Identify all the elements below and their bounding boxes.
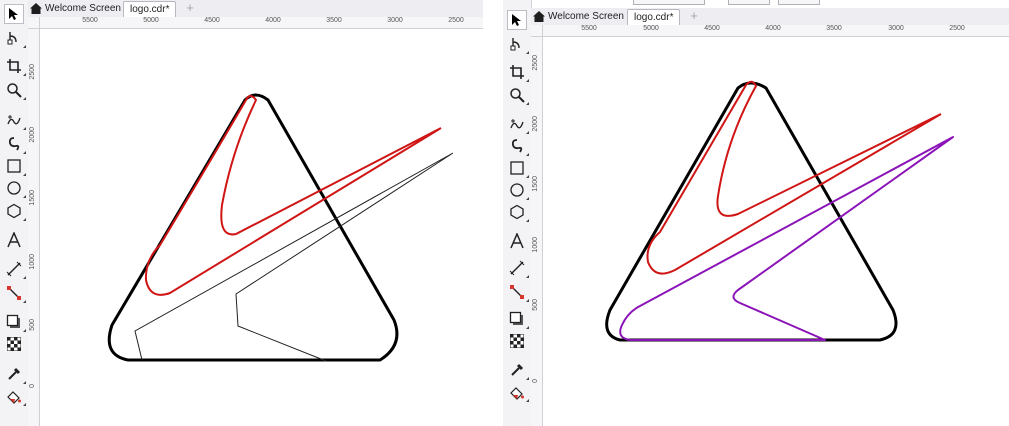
selected-path-purple[interactable] [619, 136, 954, 341]
ruler-label: 5000 [643, 25, 659, 32]
tab-label: Welcome Screen [45, 3, 121, 14]
ruler-label: 4000 [765, 25, 781, 32]
connector-tool-icon[interactable] [507, 282, 529, 302]
horizontal-ruler[interactable]: 5500 5000 4500 4000 3500 3000 2500 [543, 25, 1009, 37]
document-tab-bar: Welcome Screen logo.cdr* + [28, 0, 483, 18]
tab-label: Welcome Screen [548, 11, 624, 22]
polygon-tool-icon[interactable] [4, 201, 26, 221]
freehand-tool-icon[interactable] [4, 110, 26, 130]
document-tab-bar: Welcome Screen logo.cdr* + [531, 8, 1009, 26]
thin-construction-path[interactable] [134, 152, 454, 362]
tab-welcome-screen[interactable]: Welcome Screen [531, 9, 630, 24]
tab-label: logo.cdr* [634, 12, 674, 23]
toolbox [0, 0, 29, 426]
tab-logo-cdr[interactable]: logo.cdr* [627, 9, 681, 25]
ruler-label: 1500 [29, 190, 36, 206]
ruler-label: 3500 [326, 17, 342, 24]
interactive-fill-icon[interactable] [507, 382, 529, 402]
home-icon [30, 3, 42, 14]
rectangle-tool-icon[interactable] [507, 158, 529, 178]
ruler-label: 3000 [888, 25, 904, 32]
ruler-label: 2000 [29, 127, 36, 143]
ellipse-tool-icon[interactable] [507, 180, 529, 200]
ruler-corner[interactable] [531, 25, 543, 37]
ruler-label: 1000 [29, 254, 36, 270]
ruler-label: 2500 [29, 64, 36, 80]
ruler-label: 500 [532, 299, 539, 311]
drawing-canvas[interactable] [41, 30, 483, 426]
tab-welcome-screen[interactable]: Welcome Screen [28, 1, 127, 16]
vertical-ruler[interactable]: 2500 2000 1500 1000 500 0 [28, 29, 40, 426]
drawing-canvas[interactable] [544, 38, 1009, 426]
property-bar-stub [728, 0, 770, 5]
ruler-label: 3500 [826, 25, 842, 32]
crop-tool-icon[interactable] [4, 56, 26, 76]
ruler-label: 5000 [143, 17, 159, 24]
transparency-icon[interactable] [4, 334, 24, 354]
ellipse-tool-icon[interactable] [4, 178, 26, 198]
triangle-outline[interactable] [107, 93, 399, 362]
ruler-label: 2000 [532, 116, 539, 132]
tab-logo-cdr[interactable]: logo.cdr* [123, 1, 177, 17]
new-tab-button[interactable]: + [687, 9, 701, 23]
drop-shadow-icon[interactable] [507, 309, 529, 329]
new-tab-button[interactable]: + [183, 1, 197, 15]
color-eyedropper-icon[interactable] [507, 360, 529, 380]
zoom-tool-icon[interactable] [4, 80, 26, 100]
rectangle-tool-icon[interactable] [4, 156, 26, 176]
interactive-fill-icon[interactable] [4, 386, 26, 406]
ruler-label: 5500 [82, 17, 98, 24]
ruler-label: 3000 [387, 17, 403, 24]
property-bar-stub [778, 0, 820, 5]
crop-tool-icon[interactable] [507, 62, 529, 82]
right-document-window: Welcome Screen logo.cdr* + 5500 5000 450… [503, 0, 1009, 426]
transparency-icon[interactable] [507, 331, 527, 351]
left-document-window: Welcome Screen logo.cdr* + 5500 5000 450… [0, 0, 483, 426]
shape-tool-icon[interactable] [507, 34, 529, 54]
text-tool-icon[interactable] [4, 230, 24, 250]
ruler-label: 2500 [532, 55, 539, 71]
color-eyedropper-icon[interactable] [4, 364, 26, 384]
artistic-media-icon[interactable] [507, 136, 529, 156]
horizontal-ruler[interactable]: 5500 5000 4500 4000 3500 3000 2500 [40, 17, 483, 29]
ruler-label: 2500 [448, 17, 464, 24]
tab-label: logo.cdr* [130, 4, 170, 15]
pick-tool-icon[interactable] [507, 10, 527, 30]
ruler-label: 500 [29, 319, 36, 331]
ruler-label: 1500 [532, 176, 539, 192]
pane-divider [483, 0, 503, 426]
ruler-label: 4500 [704, 25, 720, 32]
pick-tool-icon[interactable] [4, 4, 24, 24]
vertical-ruler[interactable]: 2500 2000 1500 1000 500 0 [531, 37, 543, 426]
connector-tool-icon[interactable] [4, 283, 26, 303]
swoosh-outer-red[interactable] [144, 95, 442, 296]
shape-tool-icon[interactable] [4, 28, 26, 48]
toolbox [503, 0, 532, 426]
text-tool-icon[interactable] [507, 231, 527, 251]
ruler-label: 2500 [949, 25, 965, 32]
property-bar-stub [633, 0, 705, 5]
ruler-label: 0 [29, 384, 36, 388]
freehand-tool-icon[interactable] [507, 114, 529, 134]
drop-shadow-icon[interactable] [4, 312, 26, 332]
zoom-tool-icon[interactable] [507, 85, 529, 105]
ruler-label: 5500 [581, 25, 597, 32]
ruler-label: 1000 [532, 237, 539, 253]
ruler-label: 0 [532, 379, 539, 383]
polygon-tool-icon[interactable] [507, 202, 529, 222]
parallel-dimension-icon[interactable] [4, 259, 26, 279]
parallel-dimension-icon[interactable] [507, 258, 529, 278]
ruler-label: 4500 [204, 17, 220, 24]
artistic-media-icon[interactable] [4, 134, 26, 154]
home-icon [533, 11, 545, 22]
ruler-corner[interactable] [28, 17, 40, 29]
ruler-label: 4000 [265, 17, 281, 24]
